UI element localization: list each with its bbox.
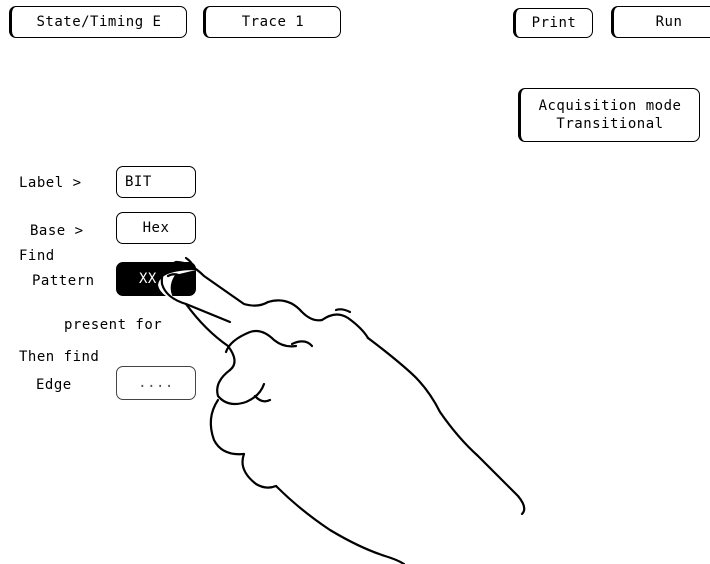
state-timing-menu-button[interactable]: State/Timing E <box>9 6 187 38</box>
pointing-hand-icon <box>158 256 526 564</box>
edge-value: .... <box>138 375 174 391</box>
acquisition-mode-button[interactable]: Acquisition mode Transitional <box>518 88 700 142</box>
pattern-field[interactable]: XX <box>116 262 196 296</box>
state-timing-label: State/Timing E <box>36 14 162 30</box>
label-value: BIT <box>125 174 152 190</box>
print-label: Print <box>531 15 577 31</box>
run-button[interactable]: Run <box>611 6 710 38</box>
trace-label: Trace 1 <box>241 14 305 30</box>
then-find-caption: Then find <box>19 349 100 365</box>
label-field[interactable]: BIT <box>116 166 196 198</box>
edge-caption: Edge <box>36 377 72 393</box>
trace-menu-button[interactable]: Trace 1 <box>203 6 341 38</box>
pattern-value: XX <box>139 271 157 287</box>
label-caption: Label > <box>19 175 82 191</box>
acquisition-mode-value: Transitional <box>556 116 664 132</box>
base-field[interactable]: Hex <box>116 212 196 244</box>
acquisition-mode-title: Acquisition mode <box>538 98 682 114</box>
pattern-caption: Pattern <box>32 273 95 289</box>
edge-field[interactable]: .... <box>116 366 196 400</box>
run-label: Run <box>655 14 683 30</box>
base-caption: Base > <box>30 223 84 239</box>
present-for-caption: present for <box>64 317 163 333</box>
find-caption: Find <box>19 248 55 264</box>
base-value: Hex <box>142 220 170 236</box>
print-button[interactable]: Print <box>513 8 593 38</box>
